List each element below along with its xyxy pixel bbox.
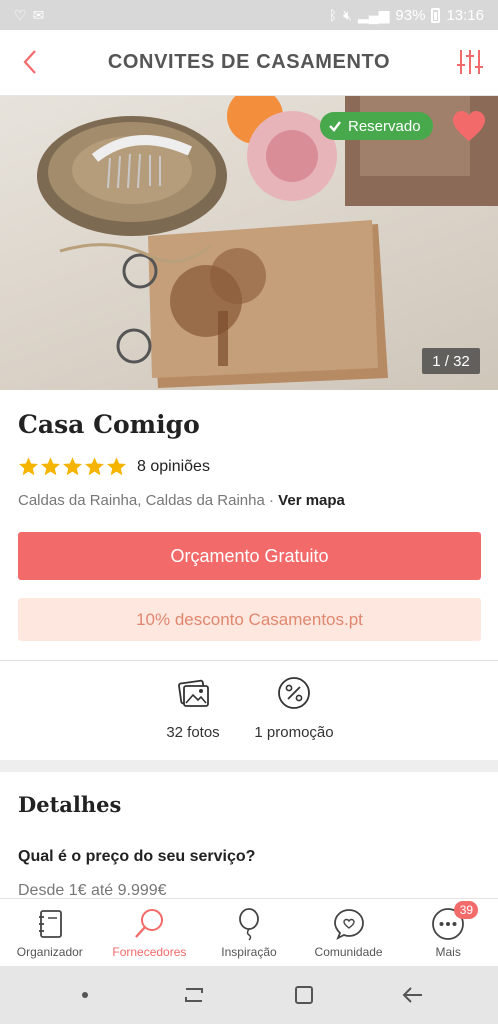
divider: [0, 660, 498, 661]
bluetooth-icon: ᛒ: [328, 7, 338, 23]
battery-icon: [431, 7, 441, 23]
check-icon: [329, 121, 341, 132]
system-nav-bar: [0, 966, 498, 1024]
reserved-label: Reservado: [348, 117, 421, 135]
recents-button[interactable]: [174, 975, 214, 1015]
tab-label: Fornecedores: [112, 945, 187, 959]
status-right-icons: ᛒ 🔇︎ ▂▄▆ 93% 13:16: [329, 7, 484, 24]
location-text: Caldas da Rainha, Caldas da Rainha: [18, 492, 265, 509]
tab-organizador[interactable]: Organizador: [0, 899, 100, 966]
filter-button[interactable]: [452, 44, 488, 80]
star-icon: [19, 457, 38, 476]
view-map-link[interactable]: Ver mapa: [278, 492, 345, 509]
bottom-tab-bar: Organizador Fornecedores Inspiração Comu…: [0, 898, 498, 966]
mail-icon: ✉: [32, 6, 45, 23]
star-icon: [63, 457, 82, 476]
details-heading: Detalhes: [18, 792, 122, 817]
home-button[interactable]: [284, 975, 324, 1015]
percent-icon: [278, 677, 310, 709]
vendor-photo[interactable]: Reservado 1 / 32: [0, 96, 498, 390]
promotions-stat[interactable]: 1 promoção: [244, 672, 344, 741]
tab-fornecedores[interactable]: Fornecedores: [100, 899, 200, 966]
clock: 13:16: [446, 6, 484, 24]
rating-stars: [18, 456, 127, 477]
photo-counter: 1 / 32: [422, 348, 480, 374]
rating-row[interactable]: 8 opiniões: [18, 456, 210, 477]
stats-row: 32 fotos 1 promoção: [0, 672, 498, 752]
back-button[interactable]: [12, 44, 48, 80]
favorite-button[interactable]: [452, 110, 486, 144]
free-quote-button[interactable]: Orçamento Gratuito: [18, 532, 481, 580]
reviews-count: 8 opiniões: [137, 457, 210, 475]
photo-illustration: [37, 96, 498, 388]
tab-mais[interactable]: Mais 39: [398, 899, 498, 966]
section-divider: [0, 760, 498, 772]
star-icon: [85, 457, 104, 476]
photos-label: 32 fotos: [166, 724, 220, 741]
tab-label: Inspiração: [221, 945, 277, 959]
price-question: Qual é o preço do seu serviço?: [18, 848, 256, 865]
tab-inspiracao[interactable]: Inspiração: [199, 899, 299, 966]
mute-icon: 🔇︎: [343, 6, 352, 23]
notebook-icon: [38, 910, 62, 938]
discount-banner[interactable]: 10% desconto Casamentos.pt: [18, 598, 481, 641]
promotions-label: 1 promoção: [254, 724, 334, 741]
status-left-icons: ♡ ✉: [14, 7, 44, 24]
chat-heart-icon: [333, 909, 364, 940]
system-back-button[interactable]: [393, 975, 433, 1015]
tab-comunidade[interactable]: Comunidade: [299, 899, 399, 966]
heart-outline-icon: ♡: [14, 6, 27, 23]
tab-label: Organizador: [16, 945, 83, 959]
dot-icon: [81, 992, 88, 998]
arrow-left-icon: [402, 987, 423, 1003]
page-title: CONVITES DE CASAMENTO: [107, 51, 391, 73]
status-bar: ♡ ✉ ᛒ 🔇︎ ▂▄▆ 93% 13:16: [0, 0, 498, 30]
vendor-name: Casa Comigo: [18, 410, 200, 439]
sliders-icon: [457, 50, 483, 74]
recents-icon: [185, 988, 204, 1002]
tab-label: Mais: [435, 945, 461, 959]
star-icon: [41, 457, 60, 476]
tab-label: Comunidade: [314, 945, 383, 959]
battery-percent: 93%: [395, 6, 426, 24]
location-row: Caldas da Rainha, Caldas da Rainha · Ver…: [18, 492, 345, 509]
home-square-icon: [294, 986, 313, 1004]
assistant-button[interactable]: [65, 975, 105, 1015]
reserved-badge[interactable]: Reservado: [320, 112, 433, 140]
notification-badge: 39: [454, 901, 479, 919]
balloon-icon: [239, 908, 259, 941]
app-header: CONVITES DE CASAMENTO: [0, 30, 498, 96]
search-icon: [135, 909, 164, 938]
star-icon: [107, 457, 126, 476]
signal-icon: ▂▄▆: [357, 6, 390, 23]
heart-icon: [453, 111, 485, 141]
photos-stat[interactable]: 32 fotos: [152, 672, 234, 741]
chevron-left-icon: [23, 50, 36, 74]
location-separator: ·: [264, 492, 279, 509]
photos-icon: [178, 679, 209, 707]
